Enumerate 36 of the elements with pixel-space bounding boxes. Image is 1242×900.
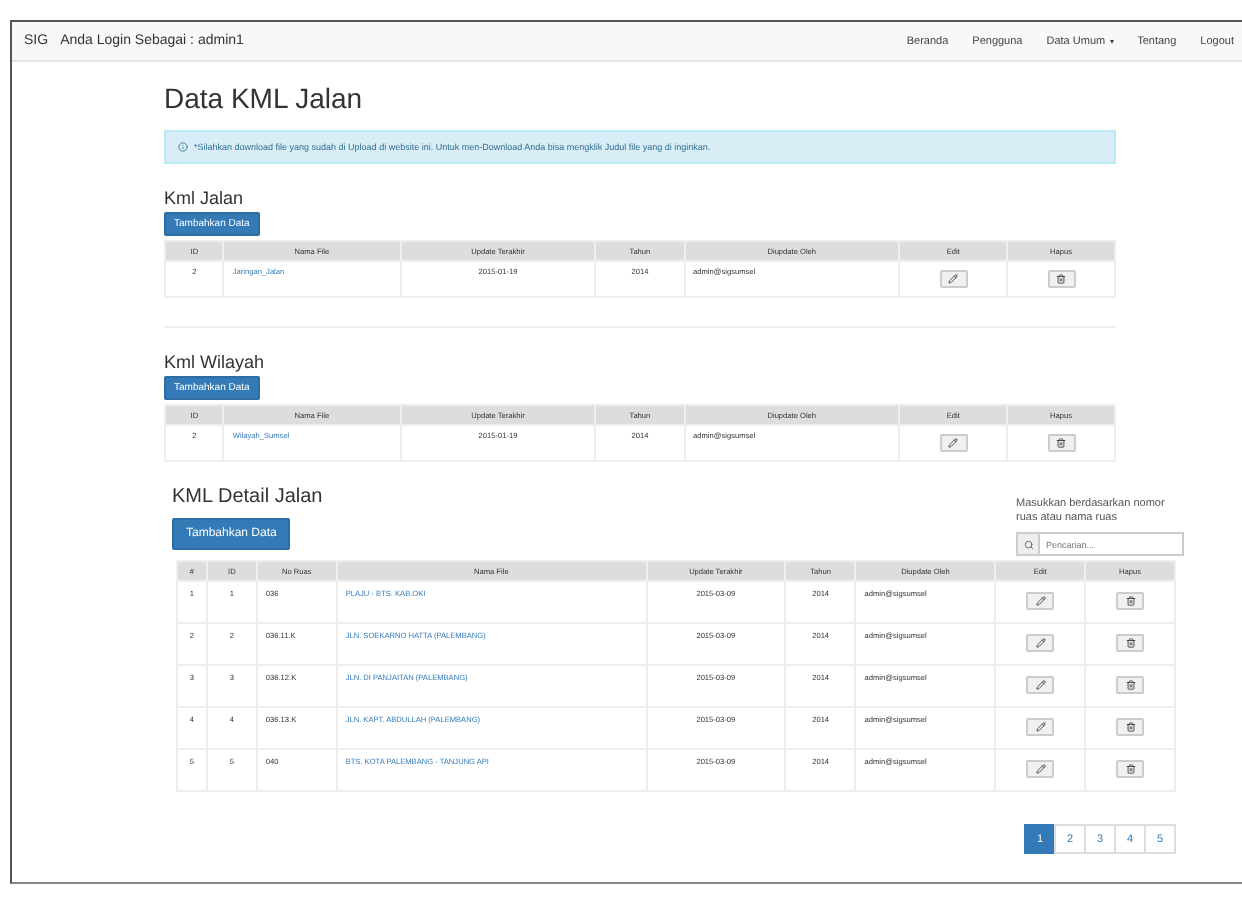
edit-button[interactable] xyxy=(1026,718,1055,737)
edit-button[interactable] xyxy=(1026,760,1055,779)
pencil-icon xyxy=(1035,638,1046,649)
delete-button[interactable] xyxy=(1116,676,1145,695)
section-heading: KML Detail Jalan xyxy=(172,486,323,508)
edit-button[interactable] xyxy=(1026,676,1055,695)
trash-icon xyxy=(1125,596,1136,607)
page-title: Data KML Jalan xyxy=(164,82,365,114)
trash-icon xyxy=(1125,722,1136,733)
delete-button[interactable] xyxy=(1116,760,1145,779)
trash-icon xyxy=(1056,438,1067,448)
trash-icon xyxy=(1125,680,1136,691)
pencil-icon xyxy=(1035,596,1046,607)
delete-button[interactable] xyxy=(1116,718,1145,737)
delete-button[interactable] xyxy=(1116,634,1145,653)
pencil-icon xyxy=(1035,722,1046,733)
edit-button[interactable] xyxy=(939,434,968,452)
edit-button[interactable] xyxy=(1026,634,1055,653)
pencil-icon xyxy=(1035,680,1046,691)
edit-button[interactable] xyxy=(939,270,968,288)
delete-button[interactable] xyxy=(1047,270,1076,288)
search-button[interactable] xyxy=(1016,532,1040,557)
trash-icon xyxy=(1125,764,1136,775)
section-heading: Kml Jalan xyxy=(164,188,246,208)
trash-icon xyxy=(1125,638,1136,649)
delete-button[interactable] xyxy=(1047,434,1076,452)
section-heading: Kml Wilayah xyxy=(164,352,267,372)
delete-button[interactable] xyxy=(1116,592,1145,611)
edit-button[interactable] xyxy=(1026,592,1055,611)
search-icon xyxy=(1023,539,1033,550)
pencil-icon xyxy=(948,438,959,448)
pencil-icon xyxy=(1035,764,1046,775)
pencil-icon xyxy=(948,274,959,284)
trash-icon xyxy=(1056,274,1067,284)
info-icon xyxy=(178,142,188,152)
caret-icon xyxy=(1109,39,1114,43)
